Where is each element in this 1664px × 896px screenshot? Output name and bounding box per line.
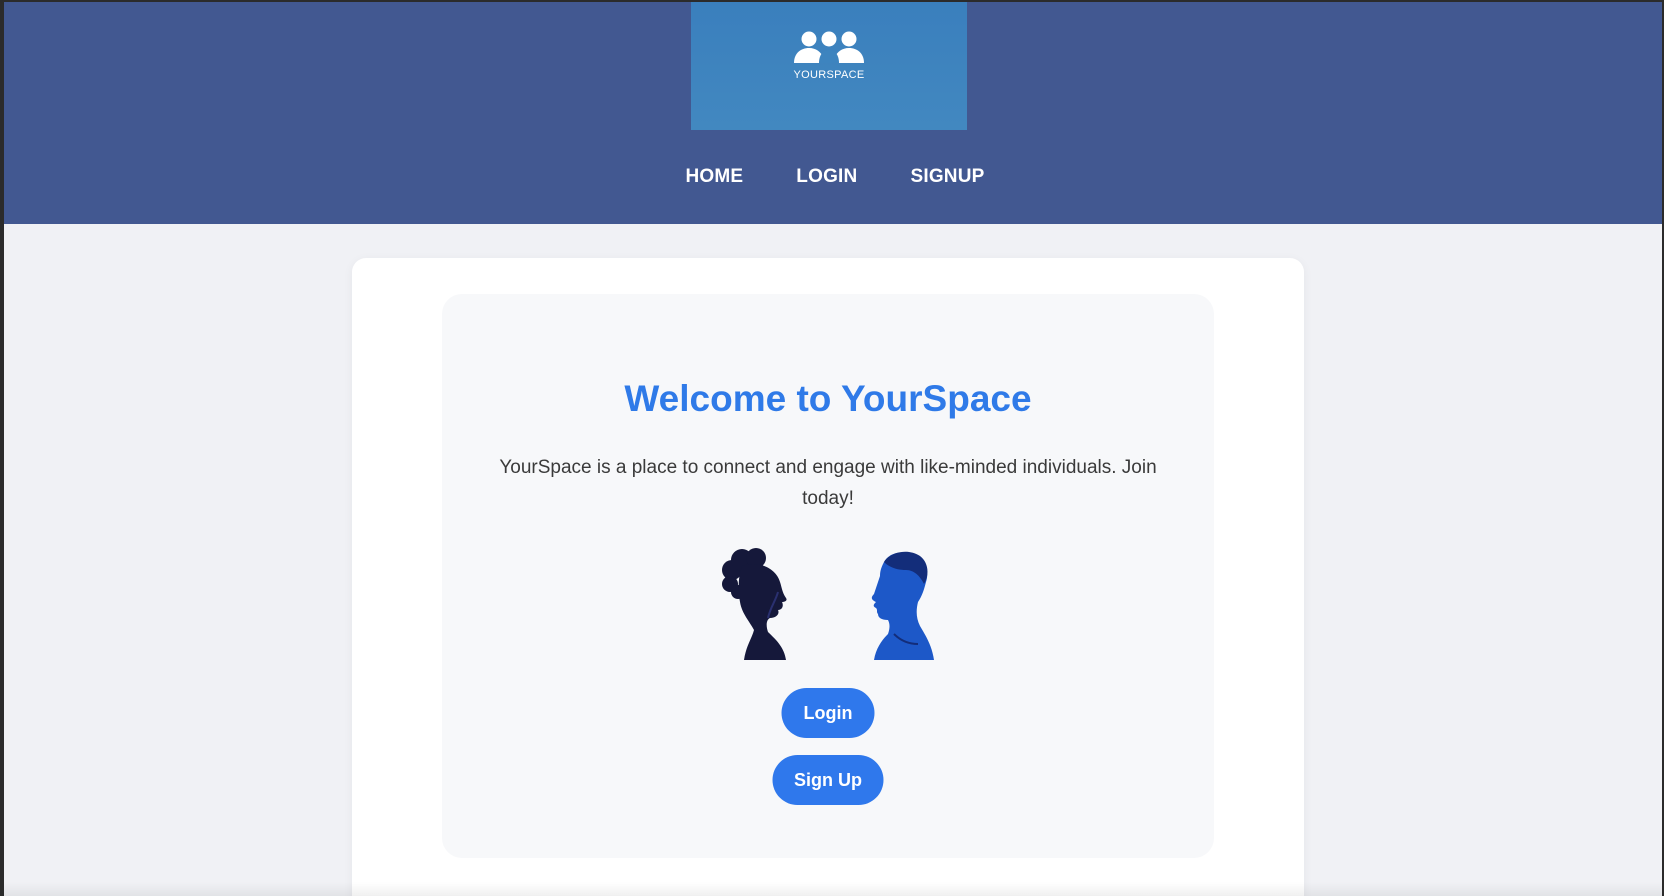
hero-panel: Welcome to YourSpace YourSpace is a plac… [442, 294, 1214, 858]
page-title: Welcome to YourSpace [624, 378, 1032, 419]
browser-viewport: YOURSPACE HOME LOGIN SIGNUP Welcome to Y… [4, 2, 1662, 896]
people-group-icon [794, 31, 864, 63]
site-logo[interactable]: YOURSPACE [691, 2, 967, 130]
login-button[interactable]: Login [781, 688, 875, 738]
signup-button[interactable]: Sign Up [772, 755, 884, 805]
nav-signup[interactable]: SIGNUP [910, 166, 984, 188]
main-nav: HOME LOGIN SIGNUP [4, 166, 1662, 188]
man-silhouette [871, 551, 934, 660]
bottom-edge-shadow [4, 882, 1662, 896]
woman-silhouette [722, 548, 787, 660]
site-header: YOURSPACE HOME LOGIN SIGNUP [4, 2, 1662, 224]
nav-login[interactable]: LOGIN [796, 166, 857, 188]
nav-home[interactable]: HOME [685, 166, 743, 188]
profile-silhouettes-illustration [722, 548, 934, 660]
hero-description: YourSpace is a place to connect and enga… [499, 457, 1157, 509]
logo-text: YOURSPACE [793, 69, 865, 81]
content-card: Welcome to YourSpace YourSpace is a plac… [352, 258, 1304, 896]
